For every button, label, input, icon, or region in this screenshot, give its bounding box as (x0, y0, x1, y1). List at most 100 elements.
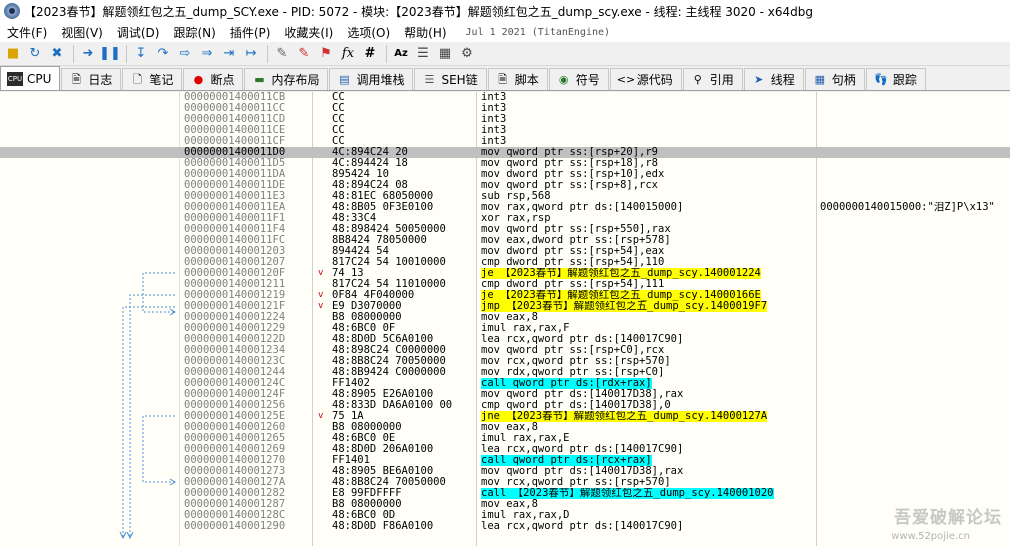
instruction-row[interactable]: 000000014000122D 48:8D0D 5C6A0100 lea rcx,… (0, 334, 1010, 345)
tab-threads[interactable]: ➤ 线程 (743, 68, 804, 90)
disassembly-pane[interactable]: 00000001400011CB CC int3 00000001400011CC CC… (0, 92, 1010, 546)
instruction-mnemonic: sub rsp,568 (481, 191, 551, 202)
instruction-row[interactable]: 0000000140001256 48:833D DA6A0100 00 cmp q… (0, 400, 1010, 411)
instruction-row[interactable]: 00000001400011DE 48:894C24 08 mov qword pt… (0, 180, 1010, 191)
instruction-mnemonic: mov eax,dword ptr ss:[rsp+578] (481, 235, 671, 246)
menu-file[interactable]: 文件(F) (0, 24, 54, 41)
instruction-row[interactable]: 0000000140001234 48:898C24 C0000000 mov qw… (0, 345, 1010, 356)
menu-view[interactable]: 视图(V) (54, 24, 110, 41)
instruction-row[interactable]: 0000000140001265 48:6BC0 0E imul rax,rax,E (0, 433, 1010, 444)
tab-symbols[interactable]: ◉ 符号 (548, 68, 609, 90)
trace-into-icon[interactable]: ⇨ (175, 44, 195, 64)
instruction-mnemonic: call 【2023春节】解题领红包之五_dump_scy.140001020 (481, 488, 774, 499)
instruction-row[interactable]: 00000001400011F1 48:33C4 xor rax,rsp (0, 213, 1010, 224)
instruction-text: mov dword ptr ss:[rsp+54],eax (481, 246, 816, 257)
instruction-row[interactable]: 0000000140001273 48:8905 BE6A0100 mov qwor… (0, 466, 1010, 477)
instruction-row[interactable]: 000000014000127A 48:8B8C24 70050000 mov rc… (0, 477, 1010, 488)
instruction-text: mov rcx,qword ptr ss:[rsp+570] (481, 477, 816, 488)
tab-seh-chain[interactable]: ☰ SEH链 (414, 68, 487, 90)
strings-icon[interactable]: ☰ (413, 44, 433, 64)
function-icon[interactable]: fx (338, 44, 358, 64)
instruction-row[interactable]: 0000000140001229 48:6BC0 0F imul rax,rax,F (0, 323, 1010, 334)
menu-options[interactable]: 选项(O) (340, 24, 397, 41)
instruction-row[interactable]: 0000000140001224 B8 08000000 mov eax,8 (0, 312, 1010, 323)
tab-memory-map[interactable]: ▬ 内存布局 (244, 68, 329, 90)
tab-call-stack[interactable]: ▤ 调用堆栈 (329, 68, 414, 90)
instruction-row[interactable]: 000000014000123C 48:8B8C24 70050000 mov rc… (0, 356, 1010, 367)
pause-icon[interactable]: ❚❚ (99, 44, 121, 64)
instruction-row[interactable]: 0000000140001207 817C24 54 10010000 cmp dw… (0, 257, 1010, 268)
tab-source[interactable]: <> 源代码 (609, 68, 682, 90)
trace-over-icon[interactable]: ⇒ (197, 44, 217, 64)
instruction-row[interactable]: 000000014000124F 48:8905 E26A0100 mov qwor… (0, 389, 1010, 400)
instruction-row[interactable]: 00000001400011CF CC int3 (0, 136, 1010, 147)
hash-icon[interactable]: # (360, 44, 380, 64)
instruction-row[interactable]: 000000014000125E v 75 1A jne 【2023春节】解题领红包之… (0, 411, 1010, 422)
instruction-row[interactable]: 00000001400011E3 48:81EC 68050000 sub rsp,… (0, 191, 1010, 202)
tab-trace[interactable]: 👣 跟踪 (865, 68, 926, 90)
instruction-row[interactable]: 0000000140001260 B8 08000000 mov eax,8 (0, 422, 1010, 433)
comment-icon[interactable]: ✎ (272, 44, 292, 64)
tab-references[interactable]: ⚲ 引用 (682, 68, 743, 90)
stop-icon[interactable]: ✖ (47, 44, 67, 64)
instruction-row[interactable]: 0000000140001219 v 0F84 4F040000 je 【2023春节… (0, 290, 1010, 301)
instruction-row[interactable]: 0000000140001290 48:8D0D F86A0100 lea rcx,… (0, 521, 1010, 532)
menu-trace[interactable]: 跟踪(N) (166, 24, 222, 41)
calculator-icon[interactable]: ▦ (435, 44, 455, 64)
tab-breakpoints[interactable]: ● 断点 (183, 68, 244, 90)
instruction-mnemonic: mov rcx,qword ptr ss:[rsp+570] (481, 477, 671, 488)
instruction-row[interactable]: 00000001400011F4 48:898424 50050000 mov qw… (0, 224, 1010, 235)
tab-cpu[interactable]: CPU CPU (0, 66, 61, 90)
instruction-row[interactable]: 000000014000121F v E9 D3070000 jmp 【2023春节】… (0, 301, 1010, 312)
tab-log[interactable]: 🗎 日志 (61, 68, 122, 90)
instruction-row[interactable]: 00000001400011CC CC int3 (0, 103, 1010, 114)
instruction-row[interactable]: 00000001400011CD CC int3 (0, 114, 1010, 125)
instruction-mnemonic: cmp dword ptr ss:[rsp+54],110 (481, 257, 665, 268)
step-over-icon[interactable]: ↷ (153, 44, 173, 64)
instruction-row[interactable]: 0000000140001282 E8 99FDFFFF call 【2023春节】… (0, 488, 1010, 499)
instruction-mnemonic: jne 【2023春节】解题领红包之五_dump_scy.14000127A (481, 411, 768, 422)
tab-script[interactable]: 🗎 脚本 (487, 68, 548, 90)
instruction-row[interactable]: 00000001400011CE CC int3 (0, 125, 1010, 136)
instruction-mnemonic: imul rax,rax,E (481, 433, 570, 444)
open-icon[interactable]: ■ (3, 44, 23, 64)
font-icon[interactable]: Az (391, 44, 411, 64)
instruction-row[interactable]: 000000014000128C 48:6BC0 0D imul rax,rax,D (0, 510, 1010, 521)
instruction-row[interactable]: 00000001400011D5 4C:894424 18 mov qword pt… (0, 158, 1010, 169)
instruction-row[interactable]: 00000001400011DA 895424 10 mov dword ptr s… (0, 169, 1010, 180)
menu-help[interactable]: 帮助(H) (397, 24, 453, 41)
instruction-row[interactable]: 00000001400011CB CC int3 (0, 92, 1010, 103)
instruction-row[interactable]: 00000001400011D0 4C:894C24 20 mov qword pt… (0, 147, 1010, 158)
instruction-row[interactable]: 0000000140001287 B8 08000000 mov eax,8 (0, 499, 1010, 510)
menu-debug[interactable]: 调试(D) (110, 24, 167, 41)
title-bar: 【2023春节】解题领红包之五_dump_SCY.exe - PID: 5072… (0, 0, 1010, 22)
instruction-row[interactable]: 000000014000120F v 74 13 je 【2023春节】解题领红包之五… (0, 268, 1010, 279)
tab-label: 跟踪 (892, 73, 917, 87)
run-to-user-icon[interactable]: ↦ (241, 44, 261, 64)
instruction-row[interactable]: 00000001400011EA 48:8B05 0F3E0100 mov rax,… (0, 202, 1010, 213)
instruction-row[interactable]: 0000000140001203 894424 54 mov dword ptr s… (0, 246, 1010, 257)
step-into-icon[interactable]: ↧ (131, 44, 151, 64)
instruction-row[interactable]: 0000000140001269 48:8D0D 206A0100 lea rcx,… (0, 444, 1010, 455)
bookmark-icon[interactable]: ⚑ (316, 44, 336, 64)
instruction-row[interactable]: 0000000140001244 48:8B9424 C0000000 mov rd… (0, 367, 1010, 378)
label-icon[interactable]: ✎ (294, 44, 314, 64)
instruction-list: 00000001400011CB CC int3 00000001400011CC CC… (0, 92, 1010, 532)
instruction-text: call 【2023春节】解题领红包之五_dump_scy.140001020 (481, 488, 816, 499)
menu-plugins[interactable]: 插件(P) (223, 24, 278, 41)
instruction-row[interactable]: 0000000140001270 FF1401 call qword ptr ds:… (0, 455, 1010, 466)
instruction-text: int3 (481, 114, 816, 125)
tab-label: 源代码 (636, 73, 673, 87)
tab-notes[interactable]: 🗋 笔记 (122, 68, 183, 90)
settings-icon[interactable]: ⚙ (457, 44, 477, 64)
instruction-row[interactable]: 00000001400011FC 8B8424 78050000 mov eax,d… (0, 235, 1010, 246)
run-icon[interactable]: ➜ (78, 44, 98, 64)
instruction-mnemonic: mov eax,8 (481, 422, 538, 433)
tab-handles[interactable]: ▦ 句柄 (804, 68, 865, 90)
execute-till-return-icon[interactable]: ⇥ (219, 44, 239, 64)
menu-favourites[interactable]: 收藏夹(I) (277, 24, 340, 41)
instruction-row[interactable]: 0000000140001211 817C24 54 11010000 cmp dw… (0, 279, 1010, 290)
instruction-text: int3 (481, 125, 816, 136)
instruction-row[interactable]: 000000014000124C FF1402 call qword ptr ds:… (0, 378, 1010, 389)
restart-icon[interactable]: ↻ (25, 44, 45, 64)
